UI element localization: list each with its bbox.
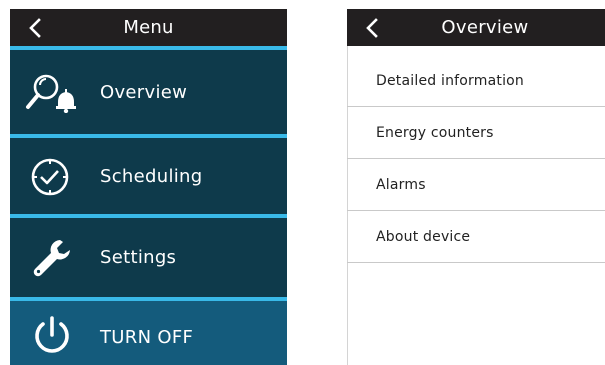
menu-item-label: Overview [100,81,188,103]
power-icon [35,316,69,353]
list-item-about-device[interactable]: About device [347,212,605,263]
screen: Menu Overview Scheduling Settings TURN O… [0,0,605,365]
menu-header: Menu [10,9,287,46]
menu-item-label: TURN OFF [100,326,194,348]
menu-item-label: Settings [100,247,177,268]
menu-item-overview[interactable]: Overview [10,50,287,134]
list-item-label: Energy counters [376,125,494,141]
list-item-detailed-information[interactable]: Detailed information [347,56,605,107]
wrench-icon [33,240,70,277]
menu-panel: Menu Overview Scheduling Settings TURN O… [10,9,287,365]
overview-title: Overview [441,17,529,38]
list-item-energy-counters[interactable]: Energy counters [347,108,605,159]
menu-item-settings[interactable]: Settings [10,218,287,297]
menu-item-scheduling[interactable]: Scheduling [10,138,287,214]
search-bell-icon [26,74,76,113]
list-item-label: About device [376,229,471,245]
list-item-alarms[interactable]: Alarms [347,160,605,211]
menu-item-label: Scheduling [100,165,203,187]
list-item-label: Alarms [376,177,426,193]
overview-panel: Overview Detailed information Energy cou… [347,9,605,365]
menu-title: Menu [123,17,174,38]
overview-header: Overview [347,9,605,46]
turn-off-button[interactable]: TURN OFF [10,301,287,365]
clock-icon [31,158,69,196]
list-item-label: Detailed information [376,73,524,89]
back-arrow-icon[interactable] [363,18,383,38]
